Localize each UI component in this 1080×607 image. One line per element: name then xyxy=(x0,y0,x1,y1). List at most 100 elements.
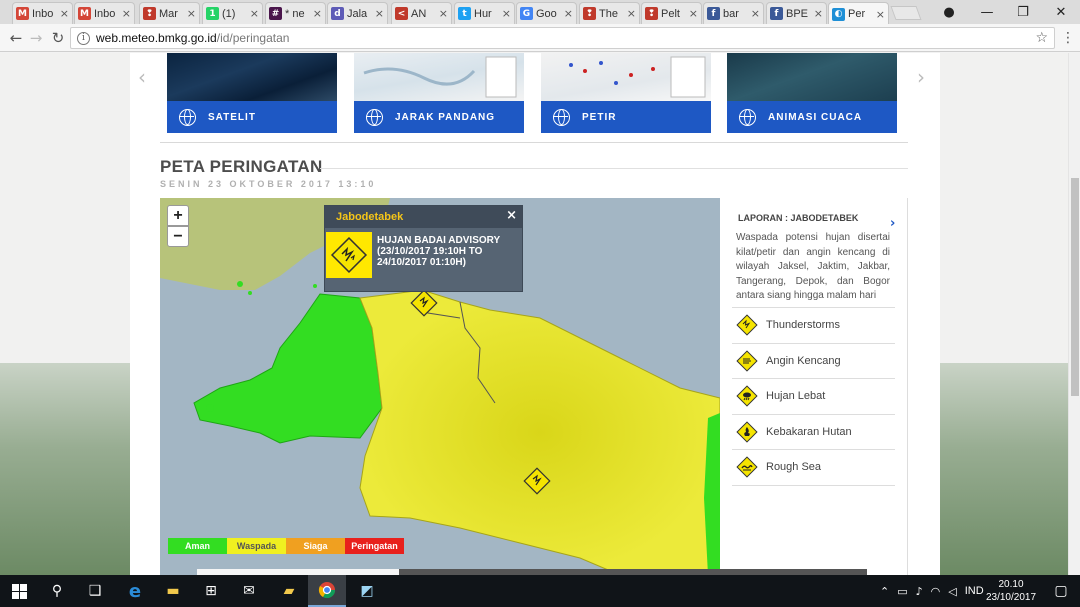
browser-tab[interactable]: M Inbo × xyxy=(12,2,73,24)
tab-label: AN xyxy=(411,7,427,20)
tab-label: The xyxy=(599,7,618,20)
list-item-hujan-lebat[interactable]: Hujan Lebat xyxy=(732,379,895,415)
carousel-next-icon[interactable]: › xyxy=(917,65,925,89)
scroll-thumb[interactable] xyxy=(1071,178,1079,396)
globe-icon xyxy=(553,108,570,126)
next-arrow-icon[interactable]: › xyxy=(890,216,895,231)
browser-tab[interactable]: G Goo × xyxy=(516,2,577,24)
browser-tab[interactable]: f BPE × xyxy=(766,2,827,24)
background-forest-right xyxy=(940,363,1068,575)
browser-tab[interactable]: M Inbo × xyxy=(74,2,135,24)
chrome-icon[interactable] xyxy=(308,575,346,607)
heavy-rain-icon xyxy=(736,385,758,407)
list-item-thunderstorms[interactable]: Thunderstorms xyxy=(732,308,895,344)
menu-kebab-icon[interactable]: ⋮ xyxy=(1058,28,1078,48)
card-petir[interactable]: PETIR xyxy=(541,53,711,133)
clock[interactable]: 20.10 23/10/2017 xyxy=(982,578,1040,604)
browser-tab[interactable]: < AN × xyxy=(391,2,452,24)
new-tab-button[interactable] xyxy=(890,6,922,20)
tab-close-icon[interactable]: × xyxy=(439,7,448,20)
bookmark-star-icon[interactable]: ☆ xyxy=(1035,30,1048,46)
twitter-icon: t xyxy=(458,7,471,20)
zoom-out-button[interactable]: − xyxy=(167,226,189,247)
list-item-kebakaran-hutan[interactable]: Kebakaran Hutan xyxy=(732,415,895,450)
tray-chevron-icon[interactable]: ⌃ xyxy=(880,585,889,598)
volume-icon[interactable]: ♪ xyxy=(916,585,923,598)
warning-map[interactable]: + − Jabodetabek × HUJAN BADAI ADVISORY (… xyxy=(160,198,720,575)
wifi-icon[interactable]: ◠ xyxy=(931,585,941,598)
close-window-button[interactable]: ✕ xyxy=(1042,0,1080,24)
list-item-angin-kencang[interactable]: Angin Kencang xyxy=(732,344,895,379)
card-animasi-cuaca[interactable]: ANIMASI CUACA xyxy=(727,53,897,133)
profile-icon[interactable]: ● xyxy=(930,0,968,24)
browser-tab[interactable]: ◐ Per × xyxy=(828,2,889,25)
item-label: Hujan Lebat xyxy=(766,390,826,403)
reload-icon[interactable]: ↻ xyxy=(48,28,68,48)
browser-tab[interactable]: 1 (1) × xyxy=(202,2,263,24)
app-icon[interactable]: ◩ xyxy=(348,575,386,607)
notifications-icon[interactable]: ▢ xyxy=(1042,575,1080,607)
tab-close-icon[interactable]: × xyxy=(564,7,573,20)
tab-close-icon[interactable]: × xyxy=(876,8,885,21)
tab-close-icon[interactable]: × xyxy=(689,7,698,20)
warning-type-list: Thunderstorms Angin Kencang Hujan Lebat … xyxy=(732,307,895,486)
restore-button[interactable]: ❐ xyxy=(1004,0,1042,24)
page-scrollbar[interactable] xyxy=(1068,53,1080,575)
tab-close-icon[interactable]: × xyxy=(60,7,69,20)
zoom-in-button[interactable]: + xyxy=(167,205,189,226)
mail-icon[interactable]: ✉ xyxy=(230,575,268,607)
file-explorer-icon[interactable]: ▬ xyxy=(154,575,192,607)
tab-close-icon[interactable]: × xyxy=(751,7,760,20)
card-satelit[interactable]: SATELIT xyxy=(167,53,337,133)
background-forest-left xyxy=(0,363,130,575)
tab-close-icon[interactable]: × xyxy=(250,7,259,20)
search-icon[interactable]: ⚲ xyxy=(38,575,76,607)
tab-close-icon[interactable]: × xyxy=(814,7,823,20)
browser-tab[interactable]: f bar × xyxy=(703,2,764,24)
title-divider xyxy=(320,168,908,169)
web-page: ‹ › SATELIT JARAK PANDANG PETIR ANIMASI … xyxy=(0,53,1080,575)
popup-title: Jabodetabek xyxy=(336,211,404,223)
item-label: Angin Kencang xyxy=(766,354,841,367)
minimize-button[interactable]: — xyxy=(968,0,1006,24)
tab-close-icon[interactable]: × xyxy=(502,7,511,20)
battery-icon[interactable]: ▭ xyxy=(897,585,907,598)
tab-close-icon[interactable]: × xyxy=(122,7,131,20)
whatsapp-icon: 1 xyxy=(206,7,219,20)
windows-start-icon[interactable] xyxy=(0,575,38,607)
browser-tab[interactable]: ❢ Mar × xyxy=(139,2,200,24)
card-label: SATELIT xyxy=(208,111,256,123)
url-host: web.meteo.bmkg.go.id xyxy=(96,31,217,45)
store-icon[interactable]: ⊞ xyxy=(192,575,230,607)
info-icon[interactable]: i xyxy=(77,31,90,45)
forward-arrow-icon[interactable]: → xyxy=(26,28,46,48)
card-jarak-pandang[interactable]: JARAK PANDANG xyxy=(354,53,524,133)
list-item-rough-sea[interactable]: Rough Sea xyxy=(732,450,895,486)
tab-close-icon[interactable]: × xyxy=(627,7,636,20)
language-indicator[interactable]: IND xyxy=(965,585,984,597)
speaker-icon[interactable]: ◁ xyxy=(948,585,956,598)
tab-close-icon[interactable]: × xyxy=(375,7,384,20)
popup-close-icon[interactable]: × xyxy=(506,208,517,223)
tab-close-icon[interactable]: × xyxy=(187,7,196,20)
card-label: ANIMASI CUACA xyxy=(768,111,863,123)
tab-close-icon[interactable]: × xyxy=(313,7,322,20)
browser-tab[interactable]: d Jala × xyxy=(327,2,388,24)
browser-tab[interactable]: t Hur × xyxy=(454,2,515,24)
browser-tab[interactable]: ❢ Pelt × xyxy=(641,2,702,24)
clock-time: 20.10 xyxy=(998,579,1024,590)
task-view-icon[interactable]: ❑ xyxy=(76,575,114,607)
carousel-prev-icon[interactable]: ‹ xyxy=(138,65,146,89)
back-arrow-icon[interactable]: ← xyxy=(6,28,26,48)
rough-sea-icon xyxy=(736,456,758,478)
sticky-notes-icon[interactable]: ▰ xyxy=(270,575,308,607)
browser-tab[interactable]: ❢ The × xyxy=(579,2,640,24)
item-label: Thunderstorms xyxy=(766,319,840,332)
browser-tab-strip: ● — ❐ ✕ M Inbo × M Inbo × ❢ Mar × 1 (1) × # * ne × d Jal… xyxy=(0,0,1080,25)
report-heading: LAPORAN : JABODETABEK xyxy=(738,213,859,223)
edge-icon[interactable]: e xyxy=(116,575,154,607)
globe-icon xyxy=(739,108,756,126)
address-bar[interactable]: i web.meteo.bmkg.go.id/id/peringatan ☆ xyxy=(70,27,1055,49)
browser-tab[interactable]: # * ne × xyxy=(265,2,326,24)
url-text[interactable]: web.meteo.bmkg.go.id/id/peringatan xyxy=(96,31,289,45)
